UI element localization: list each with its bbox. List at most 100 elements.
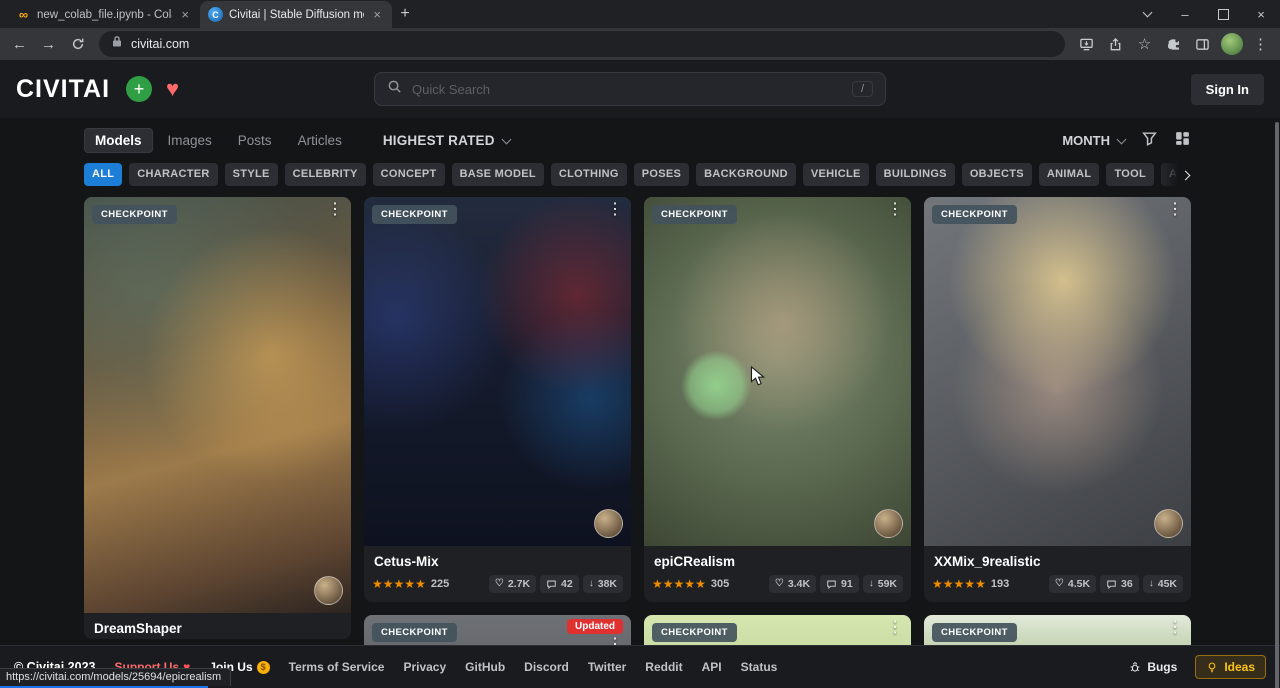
browser-menu-icon[interactable]: ⋮ <box>1247 31 1274 58</box>
model-type-badge: CHECKPOINT <box>932 623 1017 642</box>
likes-count: 4.5K <box>1068 578 1090 590</box>
model-card-epicrealism[interactable]: CHECKPOINT ⋮ epiCRealism ★★★★★ 305 ♡3.4K <box>644 197 911 602</box>
model-card-xxmix[interactable]: CHECKPOINT ⋮ XXMix_9realistic ★★★★★ 193 <box>924 197 1191 602</box>
status-bar-url: https://civitai.com/models/25694/epicrea… <box>0 668 231 686</box>
category-chip-clothing[interactable]: CLOTHING <box>551 163 627 186</box>
sort-select[interactable]: HIGHEST RATED <box>383 133 510 148</box>
extensions-puzzle-icon[interactable] <box>1160 31 1187 58</box>
browser-profile-avatar[interactable] <box>1218 31 1245 58</box>
address-bar[interactable]: civitai.com <box>99 31 1065 57</box>
card-menu-icon[interactable]: ⋮ <box>1167 620 1183 636</box>
scrollbar-thumb[interactable] <box>1275 122 1279 688</box>
footer-link-github[interactable]: GitHub <box>465 660 505 674</box>
sign-in-button[interactable]: Sign In <box>1191 74 1264 105</box>
lock-icon[interactable] <box>111 35 123 53</box>
star-icon: ★ <box>652 578 663 590</box>
footer-link-discord[interactable]: Discord <box>524 660 569 674</box>
reload-icon[interactable] <box>64 31 91 58</box>
comments-badge[interactable]: 91 <box>820 575 859 593</box>
browser-tab-civitai[interactable]: C Civitai | Stable Diffusion models × <box>200 1 392 28</box>
model-name: DreamShaper <box>84 613 351 639</box>
footer-link-api[interactable]: API <box>702 660 722 674</box>
category-chip-style[interactable]: STYLE <box>225 163 278 186</box>
footer-link-terms[interactable]: Terms of Service <box>289 660 385 674</box>
new-tab-button[interactable]: + <box>392 1 418 27</box>
category-chip-buildings[interactable]: BUILDINGS <box>876 163 955 186</box>
tab-images[interactable]: Images <box>157 128 223 153</box>
card-menu-icon[interactable]: ⋮ <box>607 202 623 218</box>
category-chip-celebrity[interactable]: CELEBRITY <box>285 163 366 186</box>
footer-link-label: Status <box>741 660 778 674</box>
star-icon: ★ <box>674 578 685 590</box>
creator-avatar[interactable] <box>314 576 343 605</box>
comment-icon <box>546 579 557 590</box>
back-icon[interactable]: ← <box>6 31 33 58</box>
creator-avatar[interactable] <box>1154 509 1183 538</box>
create-plus-button[interactable]: + <box>126 76 152 102</box>
forward-icon[interactable]: → <box>35 31 62 58</box>
close-window-button[interactable]: × <box>1242 0 1280 28</box>
category-chip-objects[interactable]: OBJECTS <box>962 163 1032 186</box>
comment-icon <box>826 579 837 590</box>
maximize-button[interactable] <box>1204 0 1242 28</box>
category-chip-animal[interactable]: ANIMAL <box>1039 163 1100 186</box>
footer-link-label: Discord <box>524 660 569 674</box>
likes-badge[interactable]: ♡4.5K <box>1049 575 1096 593</box>
category-chip-base-model[interactable]: BASE MODEL <box>452 163 544 186</box>
filter-funnel-icon[interactable] <box>1141 130 1158 152</box>
tab-title: new_colab_file.ipynb - Colaborat <box>37 9 172 21</box>
downloads-count: 45K <box>1158 578 1177 590</box>
categories-scroll-right-button[interactable] <box>1155 163 1191 187</box>
footer-link-label: Twitter <box>588 660 626 674</box>
card-menu-icon[interactable]: ⋮ <box>1167 202 1183 218</box>
bookmark-star-icon[interactable]: ☆ <box>1131 31 1158 58</box>
card-menu-icon[interactable]: ⋮ <box>887 620 903 636</box>
side-panel-icon[interactable] <box>1189 31 1216 58</box>
share-icon[interactable] <box>1102 31 1129 58</box>
creator-avatar[interactable] <box>874 509 903 538</box>
category-chip-background[interactable]: BACKGROUND <box>696 163 796 186</box>
footer-link-privacy[interactable]: Privacy <box>403 660 446 674</box>
model-image: CHECKPOINT ⋮ <box>924 197 1191 546</box>
tab-search-icon[interactable] <box>1128 0 1166 28</box>
tab-close-icon[interactable]: × <box>178 7 192 22</box>
category-chip-tool[interactable]: TOOL <box>1106 163 1154 186</box>
category-chip-poses[interactable]: POSES <box>634 163 689 186</box>
footer-link-status[interactable]: Status <box>741 660 778 674</box>
model-card-cetus-mix[interactable]: CHECKPOINT ⋮ Cetus-Mix ★★★★★ 225 ♡2.7K <box>364 197 631 602</box>
card-menu-icon[interactable]: ⋮ <box>327 202 343 218</box>
footer-link-twitter[interactable]: Twitter <box>588 660 626 674</box>
likes-badge[interactable]: ♡3.4K <box>769 575 816 593</box>
favorites-heart-icon[interactable]: ♥ <box>166 78 179 100</box>
comments-badge[interactable]: 36 <box>1100 575 1139 593</box>
model-type-badge: CHECKPOINT <box>932 205 1017 224</box>
likes-badge[interactable]: ♡2.7K <box>489 575 536 593</box>
model-card-dreamshaper[interactable]: CHECKPOINT ⋮ DreamShaper <box>84 197 351 639</box>
card-menu-icon[interactable]: ⋮ <box>887 202 903 218</box>
downloads-badge[interactable]: ↓59K <box>863 575 903 593</box>
layout-toggle-icon[interactable] <box>1174 130 1191 152</box>
search-input[interactable]: Quick Search / <box>374 72 886 106</box>
civitai-logo[interactable]: CIVITAI <box>16 75 110 104</box>
category-chip-concept[interactable]: CONCEPT <box>373 163 445 186</box>
tab-models[interactable]: Models <box>84 128 153 153</box>
install-app-icon[interactable] <box>1073 31 1100 58</box>
creator-avatar[interactable] <box>594 509 623 538</box>
comments-badge[interactable]: 42 <box>540 575 579 593</box>
period-select[interactable]: MONTH <box>1062 133 1125 148</box>
ideas-button[interactable]: Ideas <box>1195 655 1266 679</box>
tab-close-icon[interactable]: × <box>370 7 384 22</box>
content-type-tabs: Models Images Posts Articles <box>84 128 353 153</box>
star-icon: ★ <box>964 578 975 590</box>
tab-articles[interactable]: Articles <box>287 128 353 153</box>
category-chip-vehicle[interactable]: VEHICLE <box>803 163 869 186</box>
browser-tab-colab[interactable]: ∞ new_colab_file.ipynb - Colaborat × <box>8 1 200 28</box>
category-chip-character[interactable]: CHARACTER <box>129 163 217 186</box>
footer-link-reddit[interactable]: Reddit <box>645 660 682 674</box>
tab-posts[interactable]: Posts <box>227 128 283 153</box>
downloads-badge[interactable]: ↓45K <box>1143 575 1183 593</box>
downloads-badge[interactable]: ↓38K <box>583 575 623 593</box>
bugs-button[interactable]: Bugs <box>1121 656 1185 678</box>
minimize-button[interactable]: – <box>1166 0 1204 28</box>
category-chip-all[interactable]: ALL <box>84 163 122 186</box>
